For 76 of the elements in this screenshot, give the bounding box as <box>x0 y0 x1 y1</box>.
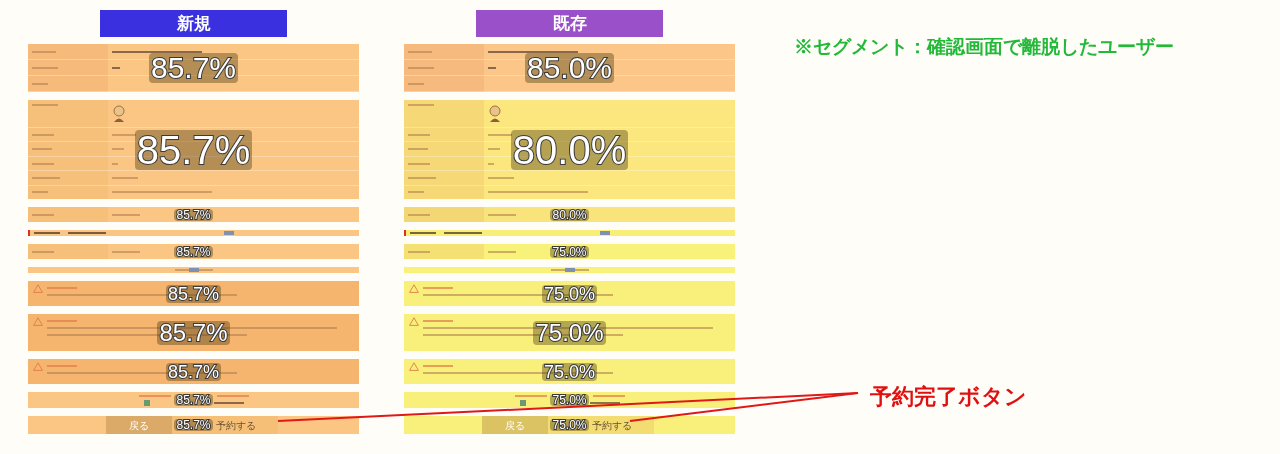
avatar-icon <box>488 104 502 122</box>
masked-text <box>488 66 496 69</box>
percent-label: 85.7% <box>165 284 221 303</box>
percent-label: 85.7% <box>134 129 253 170</box>
percent-label: 75.0% <box>550 394 589 406</box>
warning-icon <box>33 284 43 293</box>
percent-label: 75.0% <box>550 419 589 431</box>
masked-text <box>408 133 430 136</box>
masked-text <box>112 133 136 136</box>
warning-icon <box>409 284 419 293</box>
masked-text <box>112 148 124 151</box>
masked-text <box>32 66 58 69</box>
masked-text <box>408 176 436 179</box>
checkbox[interactable] <box>143 399 150 406</box>
warning-icon <box>409 317 419 326</box>
percent-label: 80.0% <box>510 129 629 170</box>
percent-label: 85.7% <box>165 362 221 381</box>
percent-badge <box>224 231 234 235</box>
masked-text <box>592 394 625 397</box>
masked-text <box>216 394 249 397</box>
masked-text <box>488 148 500 151</box>
segment-header: 新規 <box>100 10 287 37</box>
percent-badge <box>600 231 610 235</box>
masked-text <box>408 50 432 53</box>
percent-label: 85.0% <box>524 53 615 83</box>
masked-text <box>112 162 118 165</box>
masked-text <box>138 394 171 397</box>
masked-text <box>408 148 428 151</box>
percent-label: 85.7% <box>157 320 230 345</box>
callout-label: 予約完了ボタン <box>870 383 1027 411</box>
warning-icon <box>33 317 43 326</box>
masked-text <box>488 176 514 179</box>
masked-text <box>32 250 54 253</box>
warning-icon <box>409 362 419 371</box>
masked-text <box>112 250 140 253</box>
masked-text <box>408 191 424 194</box>
percent-badge <box>188 268 199 272</box>
masked-text <box>32 176 60 179</box>
masked-text <box>32 162 54 165</box>
masked-text <box>32 213 54 216</box>
percent-label: 75.0% <box>541 362 597 381</box>
percent-label: 75.0% <box>541 284 597 303</box>
masked-text <box>32 82 48 85</box>
masked-text <box>32 133 54 136</box>
masked-text <box>408 250 430 253</box>
segment-note: ※セグメント：確認画面で離脱したユーザー <box>794 36 1174 57</box>
checkbox[interactable] <box>519 399 526 406</box>
masked-text <box>213 401 244 404</box>
masked-text <box>488 162 494 165</box>
masked-text <box>32 148 52 151</box>
percent-label: 75.0% <box>533 320 606 345</box>
masked-text <box>408 213 430 216</box>
masked-text <box>112 176 138 179</box>
avatar-icon <box>112 104 126 122</box>
masked-text <box>112 66 120 69</box>
masked-text <box>32 50 56 53</box>
masked-text <box>112 213 140 216</box>
percent-label: 80.0% <box>550 208 589 221</box>
percent-label: 85.7% <box>174 419 213 431</box>
percent-label: 75.0% <box>550 245 589 258</box>
masked-text <box>488 250 516 253</box>
percent-label: 85.7% <box>174 208 213 221</box>
masked-text <box>408 66 434 69</box>
percent-label: 85.7% <box>174 245 213 258</box>
masked-text <box>408 82 424 85</box>
masked-text <box>488 133 512 136</box>
masked-text <box>488 213 516 216</box>
percent-label: 85.7% <box>148 53 239 83</box>
masked-text <box>32 191 48 194</box>
percent-badge <box>564 268 575 272</box>
percent-label: 85.7% <box>174 394 213 406</box>
warning-icon <box>33 362 43 371</box>
segment-header: 既存 <box>476 10 663 37</box>
masked-text <box>408 162 430 165</box>
masked-text <box>514 394 547 397</box>
masked-text <box>589 401 620 404</box>
